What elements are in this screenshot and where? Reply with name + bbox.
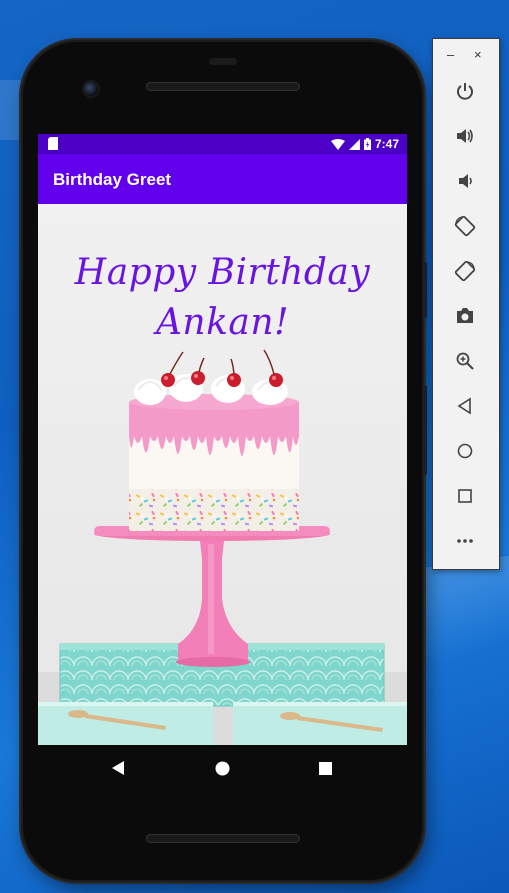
more-icon [457,539,473,543]
volume-up-button[interactable] [451,122,479,150]
wifi-icon [330,138,345,150]
volume-down-icon [459,174,472,188]
overview-square-icon [318,761,332,775]
phone-volume-button [423,385,427,475]
back-button[interactable] [451,392,479,420]
phone-side-button [423,262,427,318]
power-icon [457,83,473,100]
overview-button[interactable] [451,482,479,510]
camera-icon [457,308,473,323]
power-button[interactable] [451,77,479,105]
emulator-toolbar: – × [432,38,500,570]
navigation-bar [38,745,407,789]
greeting-image: Happy Birthday Ankan! [38,204,407,745]
home-icon [457,443,473,459]
signal-icon [348,138,360,150]
back-icon [457,397,471,415]
rotate-right-icon [454,260,476,282]
phone-top-slot [209,58,237,65]
rotate-left-icon [454,215,476,237]
greeting-line-2: Ankan! [155,302,290,343]
home-button[interactable] [451,437,479,465]
overview-icon [458,489,472,503]
screenshot-button[interactable] [451,302,479,330]
sd-card-icon [48,137,58,150]
battery-icon [363,138,371,150]
rotate-left-button[interactable] [451,212,479,240]
earpiece-speaker [146,82,300,91]
status-time: 7:47 [374,137,399,151]
minimize-button[interactable]: – [447,47,454,62]
status-icons: 7:47 [330,137,399,151]
nav-overview-button[interactable] [314,757,336,779]
nav-back-button[interactable] [108,757,130,779]
status-bar: 7:47 [38,134,407,154]
app-bar: Birthday Greet [38,154,407,204]
emulator-window-controls: – × [433,47,499,63]
nav-home-button[interactable] [211,757,233,779]
volume-up-icon [457,129,473,143]
back-triangle-icon [112,761,124,775]
phone-screen: 7:47 Birthday Greet Happy Birthday Ankan… [38,134,407,745]
zoom-button[interactable] [451,347,479,375]
app-title: Birthday Greet [53,170,172,189]
greeting-line-1: Happy Birthday [74,252,371,293]
volume-down-button[interactable] [451,167,479,195]
zoom-icon [456,352,474,370]
close-button[interactable]: × [474,47,482,62]
rotate-right-button[interactable] [451,257,479,285]
home-circle-icon [215,761,229,775]
front-camera [84,82,98,96]
more-button[interactable] [451,527,479,555]
bottom-speaker [146,834,300,843]
